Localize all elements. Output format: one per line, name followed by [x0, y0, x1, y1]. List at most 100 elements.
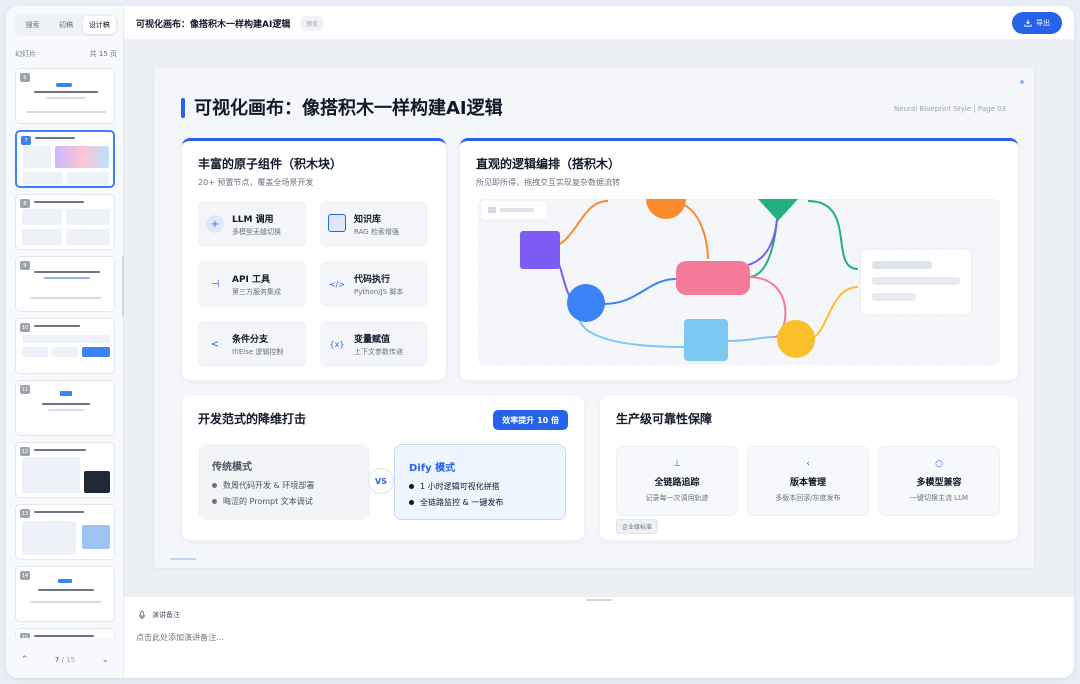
enterprise-tag: 企业级标准: [616, 519, 659, 534]
component-variable: {x} 变量赋值 上下文参数传递: [320, 321, 428, 367]
thumb-decoration: [48, 409, 84, 411]
components-card: 丰富的原子组件（积木块） 20+ 预置节点，覆盖全场景开发 + LLM 调用 多…: [182, 138, 446, 380]
reliability-versioning: ‹ 版本管理 多版本回滚/灰度发布: [747, 446, 869, 516]
thumb-decoration: [22, 209, 62, 225]
component-title: API 工具: [232, 275, 271, 285]
thumbnail-number: 15: [20, 633, 30, 638]
total-pages: 15: [66, 656, 76, 664]
thumb-decoration: [34, 635, 94, 637]
thumbnail-number: 14: [20, 571, 30, 580]
notes-header: 演讲备注: [138, 610, 180, 620]
slide[interactable]: 可视化画布：像搭积木一样构建AI逻辑 Neural Blueprint Styl…: [154, 68, 1034, 568]
thumb-decoration: [55, 146, 109, 168]
traditional-mode-panel: 传统模式 数周代码开发 & 环境部署 晦涩的 Prompt 文本调试: [198, 444, 370, 520]
component-desc: RAG 检索增强: [354, 228, 399, 236]
reliability-title: 版本管理: [789, 478, 826, 488]
node-purple: [520, 231, 560, 269]
component-desc: If/Else 逻辑控制: [232, 348, 284, 356]
title-accent-bar: [181, 98, 185, 118]
thumbnail-number: 9: [20, 261, 30, 270]
slide-thumbnail-15[interactable]: 15: [15, 628, 115, 638]
chevron-down-icon: ⌄: [101, 655, 110, 665]
slide-thumbnail-8[interactable]: 8: [15, 194, 115, 250]
version-icon: ‹: [806, 459, 810, 469]
traditional-bullet: 晦涩的 Prompt 文本调试: [212, 496, 313, 507]
component-title: 变量赋值: [354, 335, 391, 345]
slide-thumbnail-7[interactable]: 7: [15, 130, 115, 188]
slide-subtitle: Neural Blueprint Style | Page 03: [894, 105, 1006, 113]
reliability-heading: 生产级可靠性保障: [616, 412, 713, 426]
thumb-decoration: [38, 589, 94, 591]
component-api: ⊣ API 工具 第三方服务集成: [198, 261, 306, 307]
component-title: 条件分支: [232, 335, 269, 345]
slides-sidebar: 搜索 初稿 设计稿 幻灯片 共 15 页 6 7 8 9 10 11 12 13…: [6, 6, 124, 678]
thumb-decoration: [56, 83, 72, 87]
component-code: </> 代码执行 Python/JS 脚本: [320, 261, 428, 307]
plus-icon: +: [206, 215, 224, 233]
thumbnail-list[interactable]: 6 7 8 9 10 11 12 13 14 15: [14, 68, 118, 638]
export-label: 导出: [1036, 19, 1050, 27]
reliability-tracing: ⊥ 全链路追踪 记录每一次调用轨迹: [616, 446, 738, 516]
vs-badge: VS: [368, 468, 394, 494]
speaker-notes-panel: 演讲备注: [124, 596, 1074, 678]
model-icon: ○: [935, 459, 943, 469]
thumb-decoration: [34, 325, 80, 327]
dify-mode-panel: Dify 模式 1 小时逻辑可视化拼搭 全链路监控 & 一键发布: [394, 444, 566, 520]
tab-design[interactable]: 设计稿: [82, 16, 116, 34]
orchestration-subheading: 所见即所得，拖拽交互实现复杂数据流转: [476, 178, 620, 187]
orchestration-heading: 直观的逻辑编排（搭积木）: [476, 157, 621, 171]
slide-thumbnail-6[interactable]: 6: [15, 68, 115, 124]
slide-thumbnail-13[interactable]: 13: [15, 504, 115, 560]
slide-thumbnail-14[interactable]: 14: [15, 566, 115, 622]
node-yellow: [777, 320, 815, 358]
thumb-decoration: [66, 229, 110, 245]
preview-badge: 预览: [300, 16, 325, 31]
speaker-notes-input[interactable]: [136, 633, 736, 642]
current-page: 7: [54, 656, 60, 664]
thumb-decoration: [26, 111, 106, 113]
component-desc: 第三方服务集成: [232, 288, 281, 296]
prev-slide-button[interactable]: ⌃: [18, 653, 32, 667]
export-button[interactable]: 导出: [1012, 12, 1062, 34]
thumbnail-number: 11: [20, 385, 30, 394]
components-heading: 丰富的原子组件（积木块）: [198, 157, 343, 171]
component-llm: + LLM 调用 多模型无缝切换: [198, 201, 306, 247]
thumb-decoration: [34, 271, 100, 273]
thumb-decoration: [58, 579, 72, 583]
resize-handle[interactable]: [586, 599, 612, 601]
thumbnail-number: 13: [20, 509, 30, 518]
thumbnail-number: 6: [20, 73, 30, 82]
thumb-decoration: [34, 449, 86, 451]
component-desc: 上下文参数传递: [354, 348, 403, 356]
thumb-decoration: [34, 511, 84, 513]
thumb-decoration: [66, 209, 110, 225]
component-title: 代码执行: [354, 275, 391, 285]
microphone-icon: [138, 610, 146, 620]
thumb-decoration: [44, 277, 90, 279]
reliability-desc: 多版本回滚/灰度发布: [775, 494, 841, 502]
slide-thumbnail-11[interactable]: 11: [15, 380, 115, 436]
code-icon: </>: [328, 279, 346, 289]
node-pink: [676, 261, 750, 295]
thumb-decoration: [84, 471, 110, 493]
variable-icon: {x}: [329, 339, 345, 349]
thumbnail-number: 12: [20, 447, 30, 456]
thumb-decoration: [30, 601, 102, 603]
mode-tabs: 搜索 初稿 设计稿: [14, 14, 118, 36]
plug-icon: ⊣: [210, 278, 220, 290]
node-cyan: [684, 319, 728, 361]
thumb-decoration: [23, 172, 63, 184]
database-icon: [328, 214, 346, 232]
slide-thumbnail-10[interactable]: 10: [15, 318, 115, 374]
tab-search[interactable]: 搜索: [16, 16, 49, 34]
traditional-bullet: 数周代码开发 & 环境部署: [212, 480, 314, 491]
slide-thumbnail-9[interactable]: 9: [15, 256, 115, 312]
component-title: LLM 调用: [232, 215, 274, 225]
components-subheading: 20+ 预置节点，覆盖全场景开发: [198, 178, 314, 187]
chevron-up-icon: ⌃: [20, 655, 29, 665]
thumb-decoration: [22, 521, 76, 555]
next-slide-button[interactable]: ⌄: [98, 653, 112, 667]
thumb-decoration: [30, 297, 102, 299]
tab-draft[interactable]: 初稿: [49, 16, 82, 34]
slide-thumbnail-12[interactable]: 12: [15, 442, 115, 498]
